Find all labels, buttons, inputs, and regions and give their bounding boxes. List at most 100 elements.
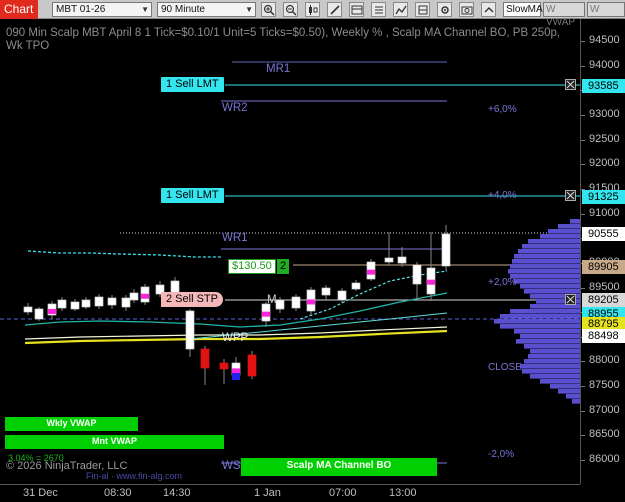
volume-profile-bar <box>514 329 580 334</box>
volume-profile-bar <box>528 239 580 244</box>
share-button[interactable] <box>481 2 496 17</box>
pencil-icon <box>330 5 340 15</box>
volume-profile-bar <box>510 309 580 314</box>
price-tick-label: 89500 <box>589 280 620 293</box>
volume-profile-bar <box>548 229 580 234</box>
wpp-label: WPP <box>222 332 249 344</box>
sell-limit-order-1[interactable]: 1 Sell LMT <box>161 77 224 92</box>
pct-plus2-label: +2,0% <box>488 277 517 288</box>
volume-profile-bar <box>524 289 580 294</box>
time-tick: 07:00 <box>329 487 357 499</box>
candle-body <box>57 299 67 309</box>
snapshot-button[interactable] <box>459 2 474 17</box>
price-label-89905: 89905 <box>582 260 625 274</box>
drawing-tools-button[interactable] <box>327 2 342 17</box>
time-axis[interactable]: 31 Dec 08:30 14:30 1 Jan 07:00 13:00 <box>0 484 580 502</box>
strategies-button[interactable] <box>415 2 430 17</box>
price-tick-label: 94500 <box>589 34 620 46</box>
chart-trader-button[interactable] <box>371 2 386 17</box>
time-tick: 1 Jan <box>254 487 281 499</box>
sell-stop-order[interactable]: 2 Sell STP <box>161 292 223 307</box>
slowma-toggle[interactable]: SlowMA <box>503 2 543 17</box>
properties-button[interactable] <box>437 2 452 17</box>
zoom-out-button[interactable] <box>283 2 298 17</box>
cancel-order-1-button[interactable] <box>565 79 576 90</box>
candle-highlight <box>141 293 149 299</box>
scalp-ma-channel-bar: Scalp MA Channel BO <box>241 458 437 476</box>
price-tick-label: 88000 <box>589 354 620 367</box>
price-axis[interactable]: 9450094000935009300092500920009150091000… <box>580 19 625 484</box>
candle-highlight <box>262 311 270 317</box>
candle-body <box>219 362 229 370</box>
volume-profile-bar <box>570 219 580 224</box>
volume-profile-bar <box>514 279 580 284</box>
time-tick: 08:30 <box>104 487 132 499</box>
price-label-89205: 89205 <box>582 293 625 307</box>
candle-body <box>107 297 117 306</box>
templates-button[interactable] <box>349 2 364 17</box>
volume-profile-bar <box>540 379 580 384</box>
cancel-order-2-button[interactable] <box>565 190 576 201</box>
indicators-button[interactable] <box>393 2 408 17</box>
price-tick-mark <box>581 287 585 289</box>
candle-body <box>94 296 104 307</box>
gear-icon <box>441 6 449 14</box>
price-tick-mark <box>581 460 585 462</box>
candle-body <box>121 297 131 308</box>
indicator-icon <box>395 5 407 15</box>
weekly-dotted-line <box>27 250 222 258</box>
close-icon <box>566 80 575 89</box>
price-chart[interactable] <box>0 19 580 484</box>
volume-profile-bar <box>510 264 580 269</box>
wr2-label: WR2 <box>222 102 248 114</box>
volume-profile-bar <box>530 374 580 379</box>
time-tick: 31 Dec <box>23 487 58 499</box>
price-tick-mark <box>581 139 585 141</box>
position-quantity[interactable]: 2 <box>277 259 289 274</box>
candle-body <box>23 306 33 313</box>
zoom-in-button[interactable] <box>261 2 276 17</box>
wvwap-toggle[interactable]: W VWAP <box>543 2 585 28</box>
sell-limit-order-2[interactable]: 1 Sell LMT <box>161 188 224 203</box>
volume-profile-bar <box>528 354 580 359</box>
share-icon <box>484 7 494 13</box>
chart-toolbar: Chart MBT 01-26 ▼ 90 Minute ▼ SlowMA W V… <box>0 0 625 28</box>
volume-profile-bar <box>566 394 580 399</box>
close-icon <box>566 295 575 304</box>
chart-panel[interactable]: 090 Min Scalp MBT April 8 1 Tick=$0.10/1… <box>0 19 580 484</box>
chart-tab[interactable]: Chart <box>0 0 38 19</box>
price-tick-label: 92500 <box>589 132 620 145</box>
candle-body <box>441 233 451 267</box>
volume-profile-bar <box>508 269 580 274</box>
volume-profile-bar <box>558 224 580 229</box>
price-label-88498: 88498 <box>582 329 625 343</box>
mr1-label: MR1 <box>266 63 291 75</box>
volume-profile-bar <box>530 349 580 354</box>
candle-body <box>200 348 210 369</box>
candle-highlight <box>232 368 240 374</box>
candle-body <box>384 257 394 263</box>
volume-profile-bar <box>572 399 580 404</box>
candle-body <box>129 292 139 301</box>
price-tick-label: 91000 <box>589 206 620 219</box>
candle-highlight <box>427 279 435 285</box>
volume-profile-bar <box>494 319 580 324</box>
chevron-down-icon: ▼ <box>141 5 149 14</box>
instrument-selector[interactable]: MBT 01-26 ▼ <box>52 2 152 17</box>
candle-body <box>337 290 347 301</box>
bar-style-button[interactable] <box>305 2 320 17</box>
weekly-vwap-bar: Wkly VWAP <box>5 417 138 431</box>
candle-highlight <box>367 269 375 275</box>
volume-profile-bar <box>520 284 580 289</box>
interval-selector[interactable]: 90 Minute ▼ <box>157 2 256 17</box>
wvalue-toggle[interactable]: W VALUE <box>587 2 625 28</box>
candle-highlight-blue <box>232 373 240 380</box>
candle-body <box>291 296 301 309</box>
volume-profile-bar <box>520 334 580 339</box>
wr1-label: WR1 <box>222 232 248 244</box>
volume-profile-bar <box>520 364 580 369</box>
candle-body <box>81 299 91 308</box>
close-position-button[interactable] <box>565 294 576 305</box>
close-label: CLOSE <box>488 362 522 373</box>
m-label: M <box>267 294 277 306</box>
